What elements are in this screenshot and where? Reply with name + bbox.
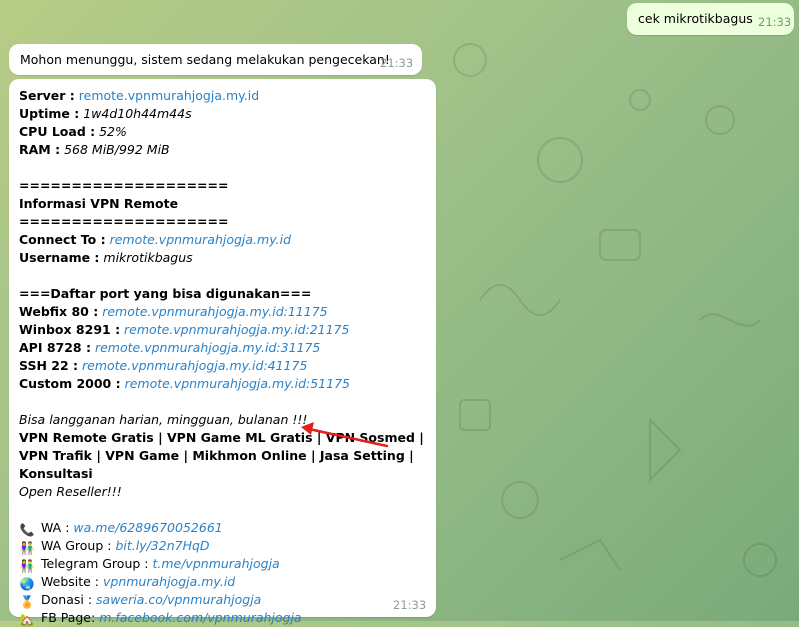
contact-row: 👫 WA Group : bit.ly/32n7HqD <box>19 537 424 555</box>
contact-row: 🌏 Website : vpnmurahjogja.my.id <box>19 573 424 591</box>
incoming-message-bubble-wait[interactable]: Mohon menunggu, sistem sedang melakukan … <box>9 44 422 75</box>
port-row: Custom 2000 : remote.vpnmurahjogja.my.id… <box>19 375 424 393</box>
contact-label: Website : <box>41 574 100 589</box>
contact-label: WA : <box>41 520 70 535</box>
reseller-text: Open Reseller!!! <box>19 484 122 499</box>
contact-link[interactable]: t.me/vpnmurahjogja <box>152 556 279 571</box>
uptime-value: 1w4d10h44m44s <box>83 106 192 121</box>
message-time: 21:33 <box>380 56 414 70</box>
server-label: Server : <box>19 88 75 103</box>
port-label: Winbox 8291 : <box>19 322 121 337</box>
port-row: Webfix 80 : remote.vpnmurahjogja.my.id:1… <box>19 303 424 321</box>
contact-link[interactable]: bit.ly/32n7HqD <box>115 538 209 553</box>
contact-row: 👫 Telegram Group : t.me/vpnmurahjogja <box>19 555 424 573</box>
message-time: 21:33 <box>758 15 792 29</box>
message-content: Server : remote.vpnmurahjogja.my.id Upti… <box>19 87 424 627</box>
port-link[interactable]: remote.vpnmurahjogja.my.id:11175 <box>102 304 327 319</box>
outgoing-message-text: cek mikrotikbagus <box>638 11 753 26</box>
connect-label: Connect To : <box>19 232 106 247</box>
port-row: API 8728 : remote.vpnmurahjogja.my.id:31… <box>19 339 424 357</box>
server-link[interactable]: remote.vpnmurahjogja.my.id <box>79 88 259 103</box>
contact-label: Telegram Group : <box>41 556 149 571</box>
contact-link[interactable]: wa.me/6289670052661 <box>73 520 222 535</box>
username-label: Username : <box>19 250 100 265</box>
ram-label: RAM : <box>19 142 61 157</box>
red-arrow-annotation <box>301 422 389 448</box>
contact-label: Donasi : <box>41 592 93 607</box>
port-row: SSH 22 : remote.vpnmurahjogja.my.id:4117… <box>19 357 424 375</box>
people-icon: 👫 <box>19 541 35 555</box>
people-icon: 👫 <box>19 559 35 573</box>
username-value: mikrotikbagus <box>103 250 193 265</box>
contact-link[interactable]: m.facebook.com/vpnmurahjogja <box>99 610 301 625</box>
contact-link[interactable]: vpnmurahjogja.my.id <box>103 574 235 589</box>
port-row: Winbox 8291 : remote.vpnmurahjogja.my.id… <box>19 321 424 339</box>
globe-icon: 🌏 <box>19 577 35 591</box>
ports-title: ===Daftar port yang bisa digunakan=== <box>19 286 312 301</box>
port-label: API 8728 : <box>19 340 91 355</box>
medal-icon: 🏅 <box>19 595 35 609</box>
info-title: Informasi VPN Remote <box>19 196 179 211</box>
port-link[interactable]: remote.vpnmurahjogja.my.id:21175 <box>124 322 349 337</box>
contact-row: 🏡 FB Page: m.facebook.com/vpnmurahjogja <box>19 609 424 627</box>
phone-icon: 📞 <box>19 523 35 537</box>
cpu-label: CPU Load : <box>19 124 96 139</box>
incoming-message-text: Mohon menunggu, sistem sedang melakukan … <box>20 52 390 67</box>
separator-line: ==================== <box>19 214 229 229</box>
contact-link[interactable]: saweria.co/vpnmurahjogja <box>96 592 261 607</box>
uptime-label: Uptime : <box>19 106 80 121</box>
port-label: Custom 2000 : <box>19 376 121 391</box>
contact-row: 🏅 Donasi : saweria.co/vpnmurahjogja <box>19 591 424 609</box>
connect-link[interactable]: remote.vpnmurahjogja.my.id <box>110 232 291 247</box>
port-label: Webfix 80 : <box>19 304 99 319</box>
separator-line: ==================== <box>19 178 229 193</box>
port-link[interactable]: remote.vpnmurahjogja.my.id:51175 <box>125 376 350 391</box>
ram-value: 568 MiB/992 MiB <box>64 142 170 157</box>
port-link[interactable]: remote.vpnmurahjogja.my.id:41175 <box>82 358 307 373</box>
house-icon: 🏡 <box>19 613 35 627</box>
port-link[interactable]: remote.vpnmurahjogja.my.id:31175 <box>95 340 320 355</box>
incoming-message-bubble-info[interactable]: Server : remote.vpnmurahjogja.my.id Upti… <box>9 79 436 627</box>
contact-label: WA Group : <box>41 538 112 553</box>
port-label: SSH 22 : <box>19 358 79 373</box>
contact-row: 📞 WA : wa.me/6289670052661 <box>19 519 424 537</box>
cpu-value: 52% <box>99 124 127 139</box>
contact-label: FB Page: <box>41 610 96 625</box>
message-time: 21:33 <box>393 598 427 612</box>
outgoing-message-bubble[interactable]: cek mikrotikbagus 21:33 <box>627 3 794 35</box>
